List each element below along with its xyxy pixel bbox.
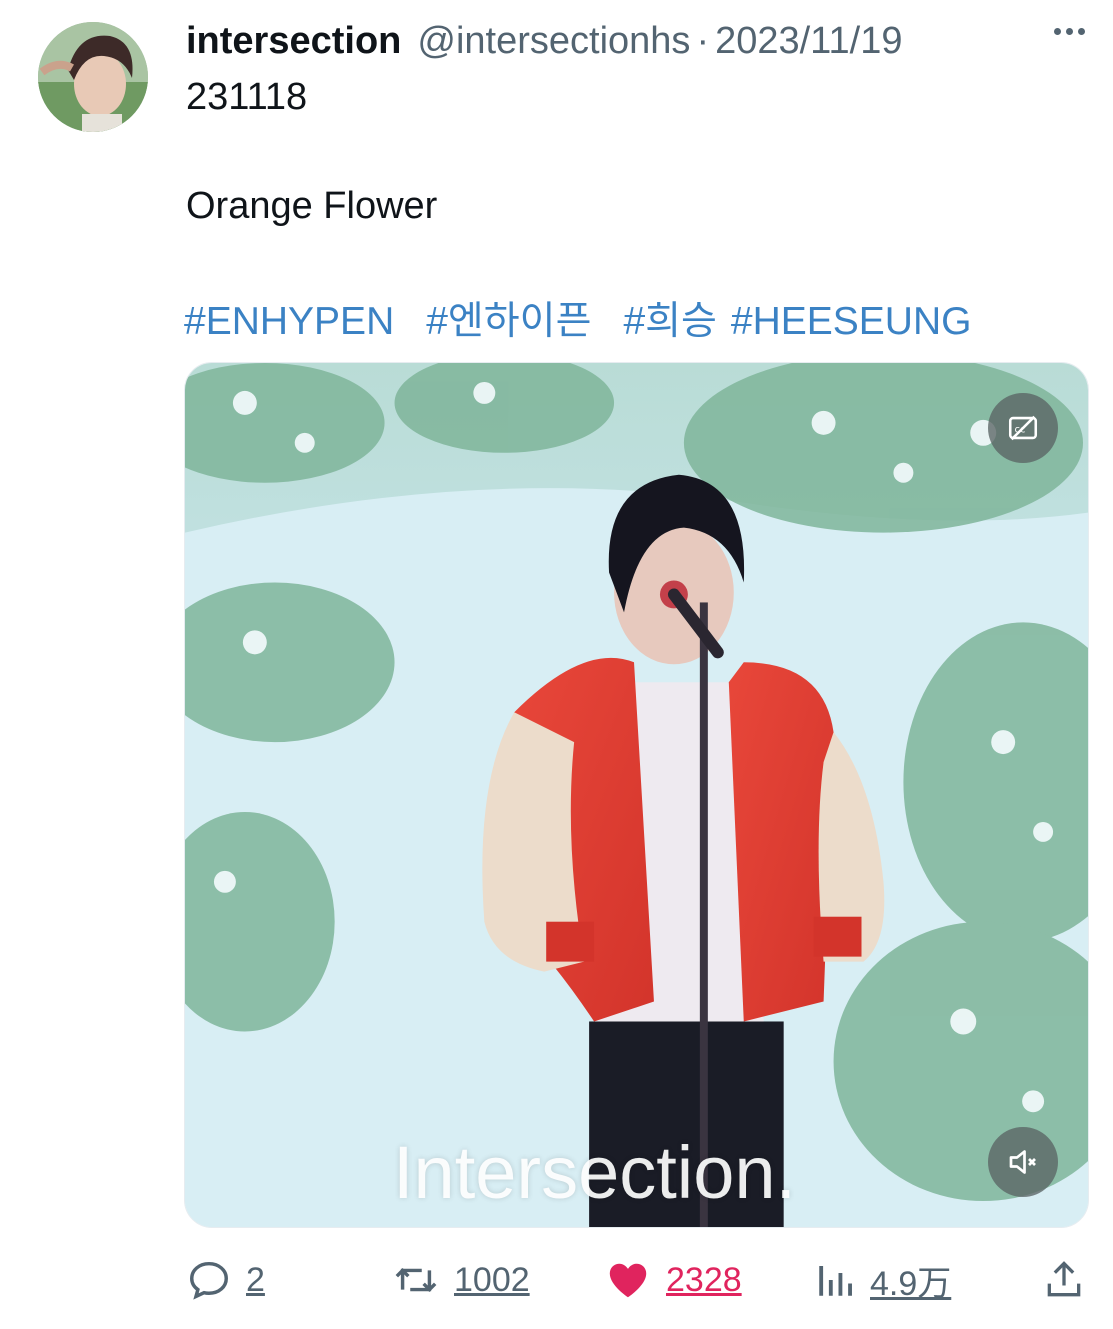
- hashtags: #ENHYPEN #엔하이픈 #희승 #HEESEUNG: [184, 290, 1003, 346]
- mute-toggle-button[interactable]: [988, 1127, 1058, 1197]
- tweet-text-line-2: Orange Flower: [186, 185, 438, 227]
- video-player[interactable]: cc Intersection.: [184, 362, 1089, 1228]
- more-icon[interactable]: [1054, 28, 1085, 35]
- views-button[interactable]: 4.9万: [814, 1252, 951, 1308]
- retweet-button[interactable]: 1002: [392, 1252, 530, 1308]
- display-name[interactable]: intersection: [186, 20, 401, 63]
- retweet-count: 1002: [454, 1260, 530, 1299]
- views-count: 4.9万: [870, 1264, 952, 1303]
- hashtag-link[interactable]: #ENHYPEN: [184, 300, 394, 343]
- reply-icon: [190, 1261, 228, 1300]
- avatar[interactable]: [38, 22, 148, 132]
- captions-off-icon: cc: [1008, 415, 1038, 441]
- hashtag-link[interactable]: #엔하이픈: [426, 300, 591, 343]
- volume-muted-icon: [1009, 1150, 1036, 1174]
- captions-toggle-button[interactable]: cc: [988, 393, 1058, 463]
- tweet-text-line-1: 231118: [186, 76, 308, 118]
- tweet-actions: 2 1002 2328 4.9万: [186, 1252, 1086, 1308]
- retweet-icon: [395, 1267, 437, 1293]
- hashtag-link[interactable]: #HEESEUNG: [731, 300, 972, 343]
- tweet-date[interactable]: 2023/11/19: [715, 20, 902, 63]
- heart-icon: [609, 1263, 647, 1298]
- tweet-header: intersection @intersectionhs · 2023/11/1…: [186, 18, 902, 64]
- hashtag-link[interactable]: #희승: [623, 300, 716, 343]
- reply-button[interactable]: 2: [186, 1252, 265, 1308]
- share-button[interactable]: [1042, 1252, 1086, 1308]
- like-button[interactable]: 2328: [604, 1252, 742, 1308]
- like-count: 2328: [666, 1260, 742, 1299]
- reply-count: 2: [246, 1260, 265, 1299]
- avatar-image: [38, 22, 148, 132]
- views-icon: [819, 1266, 852, 1296]
- separator-dot: ·: [696, 19, 710, 62]
- user-handle[interactable]: @intersectionhs: [417, 20, 690, 63]
- share-icon: [1047, 1261, 1081, 1297]
- video-watermark: Intersection.: [393, 1131, 797, 1214]
- video-frame: [185, 363, 1088, 1227]
